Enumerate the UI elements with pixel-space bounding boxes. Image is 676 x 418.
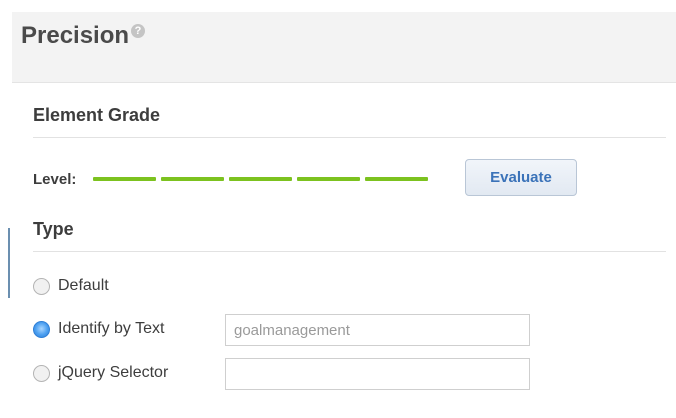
jquery-selector-input[interactable] [225, 358, 530, 390]
panel-title: Precision ? [21, 22, 146, 50]
element-grade-heading: Element Grade [33, 105, 161, 125]
radio-option-default[interactable]: Default [33, 277, 109, 295]
radio-identify-by-text-label: Identify by Text [58, 320, 165, 337]
identify-by-text-input[interactable]: goalmanagement [225, 314, 530, 346]
level-segment [161, 177, 224, 181]
radio-jquery-selector[interactable] [33, 364, 50, 382]
radio-default[interactable] [33, 277, 50, 295]
level-segment [297, 177, 360, 181]
radio-option-jquery-selector[interactable]: jQuery Selector [33, 364, 168, 382]
panel-title-text: Precision [21, 22, 130, 49]
evaluate-button[interactable]: Evaluate [465, 159, 577, 196]
level-label: Level: [33, 171, 77, 188]
level-meter [93, 177, 428, 181]
level-segment [229, 177, 292, 181]
element-grade-divider [33, 137, 666, 138]
radio-jquery-selector-label: jQuery Selector [58, 364, 169, 381]
left-edge-accent [8, 228, 10, 298]
level-segment [93, 177, 156, 181]
type-divider [33, 251, 666, 252]
radio-default-label: Default [58, 277, 109, 294]
level-segment [365, 177, 428, 181]
radio-option-identify-by-text[interactable]: Identify by Text [33, 320, 164, 338]
type-heading: Type [33, 219, 74, 239]
radio-identify-by-text[interactable] [33, 320, 50, 338]
help-icon[interactable]: ? [131, 24, 146, 38]
